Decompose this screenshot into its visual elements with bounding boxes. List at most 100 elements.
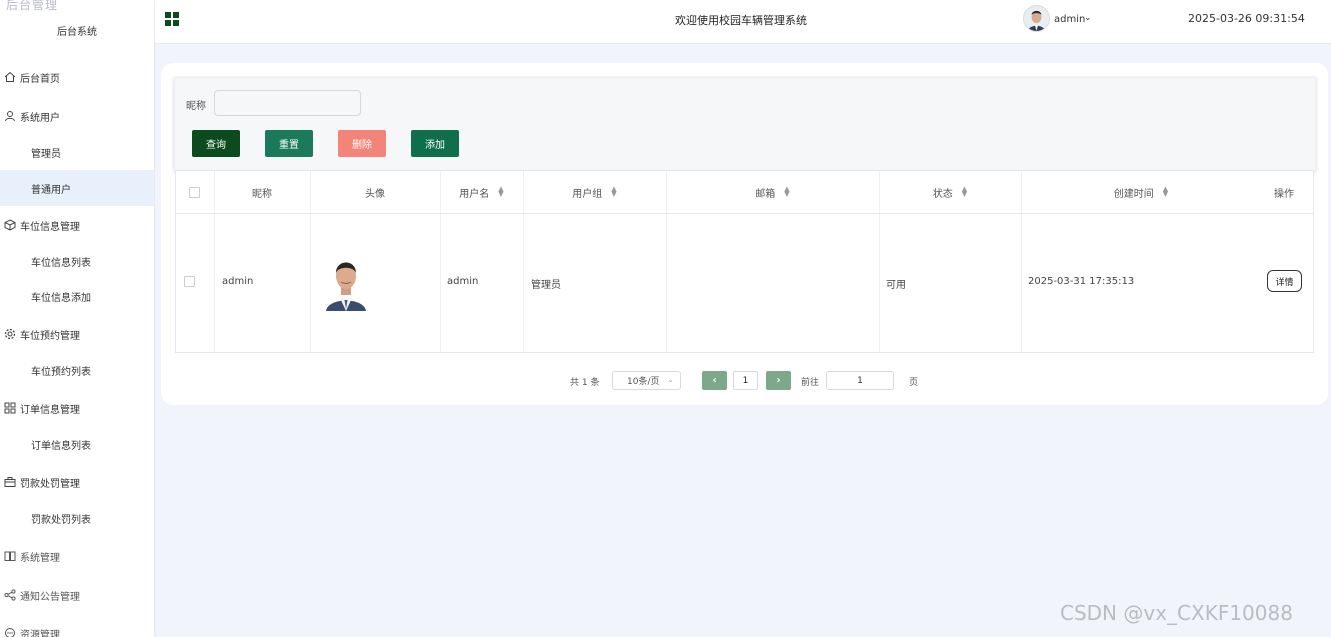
sort-icon[interactable]: ▲ ▼ <box>962 186 967 198</box>
page-size-select[interactable]: 10条/页 ⌄ <box>612 371 681 390</box>
prev-page-button[interactable]: ‹ <box>702 371 727 390</box>
col-group[interactable]: 用户组 ▲ ▼ <box>523 171 666 213</box>
col-created[interactable]: 创建时间 ▲ ▼ <box>1021 171 1261 213</box>
search-panel: 昵称 查询 重置 删除 添加 <box>174 77 1316 171</box>
sort-icon[interactable]: ▲ ▼ <box>1163 186 1168 198</box>
share-icon <box>3 588 17 602</box>
sidebar-item-resources[interactable]: 资源管理 <box>0 615 154 637</box>
sidebar-item-admins[interactable]: 管理员 <box>0 134 154 170</box>
sidebar-item-orders[interactable]: 订单信息管理 <box>0 390 154 426</box>
sidebar-item-label: 普通用户 <box>31 184 71 196</box>
sidebar-item-label: 车位信息列表 <box>31 257 91 269</box>
avatar[interactable] <box>1023 5 1050 32</box>
book-icon <box>3 549 17 563</box>
goto-suffix: 页 <box>909 378 919 388</box>
sidebar-item-parking-list[interactable]: 车位信息列表 <box>0 243 154 279</box>
page-title: 欢迎使用校园车辆管理系统 <box>675 14 807 27</box>
sidebar-item-notices[interactable]: 通知公告管理 <box>0 577 154 613</box>
user-icon <box>3 109 17 123</box>
sidebar-item-label: 后台首页 <box>20 73 60 85</box>
col-created-label: 创建时间 <box>1113 188 1154 200</box>
sidebar-item-system-admin[interactable]: 系统管理 <box>0 538 154 574</box>
sidebar-item-label: 订单信息管理 <box>20 404 80 416</box>
sidebar-item-fines-list[interactable]: 罚款处罚列表 <box>0 500 154 536</box>
nickname-search-input[interactable] <box>214 90 361 116</box>
sidebar-item-label: 通知公告管理 <box>20 591 80 603</box>
chevron-down-icon[interactable]: ⌄ <box>1084 13 1092 23</box>
detail-button[interactable]: 详情 <box>1267 270 1302 292</box>
pagination-total: 共 1 条 <box>570 378 600 388</box>
select-all-checkbox[interactable] <box>189 171 200 213</box>
col-email-label: 邮箱 <box>755 188 776 200</box>
reset-button[interactable]: 重置 <box>265 130 313 157</box>
sidebar-item-reservation[interactable]: 车位预约管理 <box>0 316 154 352</box>
sidebar-item-label: 车位信息添加 <box>31 292 91 304</box>
cell-avatar <box>324 253 368 311</box>
sort-icon[interactable]: ▲ ▼ <box>784 186 789 198</box>
grid-icon <box>3 401 17 415</box>
circle-icon <box>3 626 17 637</box>
page-number[interactable]: 1 <box>733 371 758 390</box>
col-status[interactable]: 状态 ▲ ▼ <box>879 171 1021 213</box>
logo: 后台管理 <box>6 0 59 12</box>
sidebar-item-label: 车位预约管理 <box>20 330 80 342</box>
goto-page-input[interactable] <box>826 371 894 390</box>
row-checkbox[interactable] <box>184 276 195 287</box>
sidebar-item-label: 管理员 <box>31 148 61 160</box>
sidebar-item-home[interactable]: 后台首页 <box>0 59 154 95</box>
cube-icon <box>3 218 17 232</box>
chevron-down-icon: ⌄ <box>667 375 674 384</box>
bag-icon <box>3 475 17 489</box>
cell-status: 可用 <box>886 280 906 291</box>
sidebar-item-fines[interactable]: 罚款处罚管理 <box>0 464 154 500</box>
col-email[interactable]: 邮箱 ▲ ▼ <box>666 171 879 213</box>
col-username[interactable]: 用户名 ▲ ▼ <box>440 171 523 213</box>
user-avatar-image <box>324 253 368 311</box>
sidebar-item-label: 车位预约列表 <box>31 366 91 378</box>
header-datetime: 2025-03-26 09:31:54 <box>1188 12 1305 25</box>
sidebar-item-orders-list[interactable]: 订单信息列表 <box>0 426 154 462</box>
chevron-right-icon: › <box>776 375 781 386</box>
col-status-label: 状态 <box>932 188 953 200</box>
sidebar-item-label: 资源管理 <box>20 629 60 637</box>
search-label: 昵称 <box>186 101 206 112</box>
cell-username: admin <box>447 276 479 287</box>
sidebar-item-label: 罚款处罚管理 <box>20 478 80 490</box>
table-header: 昵称 头像 用户名 ▲ ▼ 用户组 ▲ ▼ 邮箱 ▲ ▼ 状态 ▲ ▼ 创建时间 ▲ ▼ <box>176 171 1313 214</box>
delete-button[interactable]: 删除 <box>338 130 386 157</box>
content-card: 昵称 查询 重置 删除 添加 昵称 头像 用户名 ▲ ▼ 用户组 ▲ ▼ 邮箱 … <box>161 63 1328 405</box>
col-group-label: 用户组 <box>572 188 603 200</box>
pagination: 共 1 条 10条/页 ⌄ ‹ 1 › 前往 页 <box>161 371 1328 391</box>
brand-subtitle: 后台系统 <box>57 27 97 38</box>
sidebar-item-system-users[interactable]: 系统用户 <box>0 98 154 134</box>
sort-icon[interactable]: ▲ ▼ <box>498 186 503 198</box>
sidebar-item-parking-info[interactable]: 车位信息管理 <box>0 207 154 243</box>
col-action: 操作 <box>1274 188 1294 200</box>
cell-created: 2025-03-31 17:35:13 <box>1028 276 1135 287</box>
gear-icon <box>3 327 17 341</box>
sidebar-item-label: 系统管理 <box>20 552 60 564</box>
sidebar-item-label: 罚款处罚列表 <box>31 514 91 526</box>
user-name[interactable]: admin <box>1054 14 1085 25</box>
sidebar-item-parking-add[interactable]: 车位信息添加 <box>0 278 154 314</box>
users-table: 昵称 头像 用户名 ▲ ▼ 用户组 ▲ ▼ 邮箱 ▲ ▼ 状态 ▲ ▼ 创建时间 ▲ ▼ <box>175 170 1314 353</box>
next-page-button[interactable]: › <box>766 371 791 390</box>
sidebar: 后台管理 后台系统 后台首页 系统用户 管理员 普通用户 车位信息管理 车位信息… <box>0 0 155 637</box>
sort-icon[interactable]: ▲ ▼ <box>611 186 616 198</box>
query-button[interactable]: 查询 <box>192 130 240 157</box>
sidebar-item-normal-users[interactable]: 普通用户 <box>0 170 154 206</box>
col-username-label: 用户名 <box>459 188 490 200</box>
add-button[interactable]: 添加 <box>411 130 459 157</box>
watermark: CSDN @vx_CXKF10088 <box>1060 601 1293 625</box>
sidebar-item-label: 订单信息列表 <box>31 440 91 452</box>
cell-action: 详情 <box>1267 270 1302 292</box>
table-row: admin admin 管理员 可用 2025-03-31 17:35:13 详… <box>176 213 1313 353</box>
home-icon <box>3 70 17 84</box>
menu-toggle-icon[interactable] <box>165 12 179 26</box>
cell-nickname: admin <box>222 276 254 287</box>
page-size-value: 10条/页 <box>627 377 660 387</box>
col-nickname: 昵称 <box>252 188 272 200</box>
chevron-left-icon: ‹ <box>712 375 717 386</box>
sidebar-item-label: 车位信息管理 <box>20 221 80 233</box>
sidebar-item-reservation-list[interactable]: 车位预约列表 <box>0 352 154 388</box>
